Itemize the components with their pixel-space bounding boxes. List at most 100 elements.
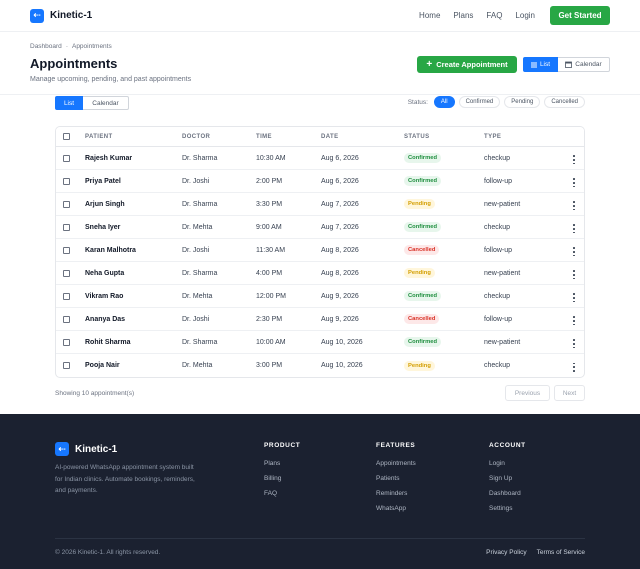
status-filter-pending[interactable]: Pending — [504, 96, 541, 108]
create-appointment-button[interactable]: + Create Appointment — [417, 56, 517, 73]
status-filter-confirmed[interactable]: Confirmed — [458, 96, 501, 108]
row-actions-kebab-icon[interactable] — [573, 316, 575, 326]
view-list-button[interactable]: List — [523, 57, 558, 72]
status-badge: Pending — [404, 199, 435, 209]
row-actions-kebab-icon[interactable] — [573, 270, 575, 280]
table-row[interactable]: Pooja Nair Dr. Mehta 3:00 PM Aug 10, 2026 Pe… — [56, 354, 584, 377]
footer-description: AI-powered WhatsApp appointment system b… — [55, 464, 195, 494]
footer-link-appointments[interactable]: Appointments — [376, 460, 416, 467]
row-select-checkbox[interactable] — [63, 154, 70, 162]
appointment-type: follow-up — [484, 315, 513, 323]
results-summary: Showing 10 appointment(s) — [55, 390, 135, 397]
patient-name[interactable]: Priya Patel — [85, 178, 182, 185]
appointment-date: Aug 6, 2026 — [321, 177, 359, 185]
table-row[interactable]: Karan Malhotra Dr. Joshi 11:30 AM Aug 8, 20… — [56, 239, 584, 262]
table-row[interactable]: Sneha Iyer Dr. Mehta 9:00 AM Aug 7, 2026 Con… — [56, 216, 584, 239]
table-row[interactable]: Vikram Rao Dr. Mehta 12:00 PM Aug 9, 2026 Co… — [56, 285, 584, 308]
footer-link-plans[interactable]: Plans — [264, 460, 300, 467]
patient-name[interactable]: Rohit Sharma — [85, 339, 182, 346]
footer-brand[interactable]: ⇠ Kinetic-1 — [55, 442, 117, 456]
pagination: Previous Next — [505, 385, 585, 401]
footer-link-reminders[interactable]: Reminders — [376, 490, 416, 497]
get-started-button[interactable]: Get Started — [550, 6, 610, 25]
table-row[interactable]: Ananya Das Dr. Joshi 2:30 PM Aug 9, 2026 Can… — [56, 308, 584, 331]
next-page-button[interactable]: Next — [554, 385, 585, 401]
column-header-type: TYPE — [484, 133, 502, 140]
patient-name[interactable]: Karan Malhotra — [85, 247, 182, 254]
nav-link-plans[interactable]: Plans — [453, 11, 473, 20]
row-actions-kebab-icon[interactable] — [573, 247, 575, 257]
table-body: Rajesh Kumar Dr. Sharma 10:30 AM Aug 6, 202… — [56, 147, 584, 377]
row-actions-kebab-icon[interactable] — [573, 362, 575, 372]
appointment-date: Aug 9, 2026 — [321, 292, 359, 300]
row-select-checkbox[interactable] — [63, 200, 70, 208]
view-calendar-button[interactable]: Calendar — [558, 57, 610, 72]
site-footer: ⇠ Kinetic-1 AI-powered WhatsApp appointm… — [0, 414, 640, 569]
row-select-checkbox[interactable] — [63, 362, 70, 369]
footer-link-billing[interactable]: Billing — [264, 475, 300, 482]
row-select-checkbox[interactable] — [63, 246, 70, 254]
table-row[interactable]: Arjun Singh Dr. Sharma 3:30 PM Aug 7, 2026 P… — [56, 193, 584, 216]
status-filter-label: Status: — [407, 98, 428, 106]
appointment-date: Aug 10, 2026 — [321, 338, 363, 346]
status-filter-cancelled[interactable]: Cancelled — [544, 96, 585, 108]
row-select-checkbox[interactable] — [63, 292, 70, 300]
footer-column-title: ACCOUNT — [489, 442, 526, 449]
status-badge: Confirmed — [404, 291, 441, 301]
footer-link-login[interactable]: Login — [489, 460, 526, 467]
table-row[interactable]: Rajesh Kumar Dr. Sharma 10:30 AM Aug 6, 202… — [56, 147, 584, 170]
row-select-checkbox[interactable] — [63, 338, 70, 346]
nav-links: Home Plans FAQ Login Get Started — [406, 6, 610, 25]
footer-link-whatsapp[interactable]: WhatsApp — [376, 505, 416, 512]
previous-page-button[interactable]: Previous — [505, 385, 550, 401]
patient-name[interactable]: Ananya Das — [85, 316, 182, 323]
tab-list[interactable]: List — [55, 96, 83, 110]
brand[interactable]: ⇠ Kinetic-1 — [30, 8, 92, 23]
status-badge: Pending — [404, 268, 435, 278]
table-row[interactable]: Rohit Sharma Dr. Sharma 10:00 AM Aug 10, 20… — [56, 331, 584, 354]
footer-link-dashboard[interactable]: Dashboard — [489, 490, 526, 497]
row-actions-kebab-icon[interactable] — [573, 293, 575, 303]
row-actions-kebab-icon[interactable] — [573, 224, 575, 234]
tab-calendar[interactable]: Calendar — [83, 96, 129, 110]
doctor-name: Dr. Sharma — [182, 338, 218, 346]
footer-link-signup[interactable]: Sign Up — [489, 475, 526, 482]
column-header-doctor: DOCTOR — [182, 133, 211, 140]
breadcrumb-dashboard[interactable]: Dashboard — [30, 43, 62, 50]
row-select-checkbox[interactable] — [63, 177, 70, 185]
footer-link-faq[interactable]: FAQ — [264, 490, 300, 497]
status-filter-all[interactable]: All — [433, 96, 455, 108]
appointment-time: 11:30 AM — [256, 246, 286, 254]
footer-column-features: FEATURES Appointments Patients Reminders… — [376, 442, 416, 520]
patient-name[interactable]: Arjun Singh — [85, 201, 182, 208]
row-actions-kebab-icon[interactable] — [573, 155, 575, 165]
row-select-checkbox[interactable] — [63, 315, 70, 323]
terms-of-service-link[interactable]: Terms of Service — [537, 549, 585, 556]
row-actions-kebab-icon[interactable] — [573, 201, 575, 211]
appointment-date: Aug 9, 2026 — [321, 315, 359, 323]
table-row[interactable]: Priya Patel Dr. Joshi 2:00 PM Aug 6, 2026 Co… — [56, 170, 584, 193]
privacy-policy-link[interactable]: Privacy Policy — [486, 549, 526, 556]
status-badge: Confirmed — [404, 153, 441, 163]
nav-link-home[interactable]: Home — [419, 11, 440, 20]
row-select-checkbox[interactable] — [63, 269, 70, 277]
table-row[interactable]: Neha Gupta Dr. Sharma 4:00 PM Aug 8, 2026 Pe… — [56, 262, 584, 285]
footer-link-settings[interactable]: Settings — [489, 505, 526, 512]
nav-link-login[interactable]: Login — [515, 11, 535, 20]
patient-name[interactable]: Vikram Rao — [85, 293, 182, 300]
appointment-type: checkup — [484, 362, 511, 369]
footer-link-patients[interactable]: Patients — [376, 475, 416, 482]
patient-name[interactable]: Neha Gupta — [85, 270, 182, 277]
row-actions-kebab-icon[interactable] — [573, 178, 575, 188]
row-actions-kebab-icon[interactable] — [573, 339, 575, 349]
select-all-checkbox[interactable] — [63, 133, 70, 140]
patient-name[interactable]: Rajesh Kumar — [85, 155, 182, 162]
appointment-time: 2:00 PM — [256, 177, 283, 185]
row-select-checkbox[interactable] — [63, 223, 70, 231]
status-badge: Confirmed — [404, 176, 441, 186]
status-badge: Cancelled — [404, 245, 440, 255]
nav-link-faq[interactable]: FAQ — [486, 11, 502, 20]
patient-name[interactable]: Pooja Nair — [85, 362, 182, 369]
status-filter: Status: All Confirmed Pending Cancelled — [408, 96, 585, 108]
patient-name[interactable]: Sneha Iyer — [85, 224, 182, 231]
